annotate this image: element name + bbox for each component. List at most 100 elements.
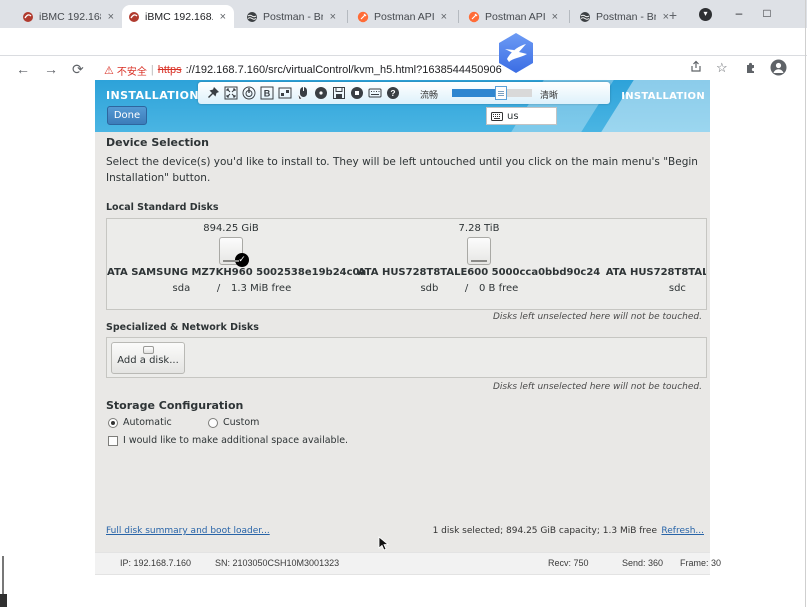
share-icon[interactable] [688, 60, 702, 77]
tab-postman-api-1[interactable]: Postman API Platfo × [351, 5, 455, 28]
radio-automatic-label: Automatic [123, 417, 172, 428]
virtual-keyboard-icon[interactable] [368, 86, 382, 100]
tab-overflow-icon[interactable]: ▾ [699, 8, 712, 21]
tab-title: Postman - Browse [596, 11, 656, 23]
kvm-bird-logo-icon [495, 31, 537, 75]
unselected-note: Disks left unselected here will not be t… [493, 312, 702, 322]
svg-text:?: ? [390, 88, 395, 98]
radio-automatic[interactable]: Automatic [108, 417, 172, 428]
tab-postman-browse-2[interactable]: Postman - Browse × [573, 5, 677, 28]
cd-rom-icon[interactable] [314, 86, 328, 100]
disk-mount: / [702, 283, 707, 294]
disk-size: 7.28 TiB [355, 223, 603, 234]
reclaim-space-checkbox[interactable]: I would like to make additional space av… [108, 435, 348, 446]
tab-ibmc-1[interactable]: iBMC 192.168.7.16 × [16, 5, 122, 28]
tab-close-icon[interactable]: × [218, 11, 228, 23]
quality-slider-fill [452, 89, 496, 97]
storage-config-title: Storage Configuration [106, 399, 243, 412]
mini-drive-icon [143, 346, 154, 354]
window-minimize-button[interactable]: – [728, 4, 750, 22]
corner-artifact [0, 594, 7, 607]
globe-favicon-icon [246, 11, 258, 23]
disk-drive-icon: ✓ [219, 237, 243, 265]
disk-size: 894.25 GiB [107, 223, 355, 234]
quality-clear-label: 清晰 [540, 88, 558, 101]
local-disks-title: Local Standard Disks [106, 202, 219, 213]
disk-sdb[interactable]: 7.28 TiB ATA HUS728T8TALE600 5000cca0bbd… [355, 219, 603, 294]
add-disk-label: Add a disk... [117, 355, 179, 366]
tab-title: iBMC 192.168.7.16 [145, 11, 213, 23]
local-disks-panel: 894.25 GiB ✓ ATA SAMSUNG MZ7KH960 500253… [106, 218, 707, 310]
device-selection-description: Select the device(s) you'd like to insta… [106, 154, 700, 187]
tab-title: Postman API Platfo [485, 11, 545, 23]
boot-device-icon[interactable]: B [260, 86, 274, 100]
status-send: Send: 360 [622, 558, 663, 568]
window-right-edge [805, 0, 806, 607]
new-tab-button[interactable]: + [664, 7, 682, 25]
tab-close-icon[interactable]: × [106, 11, 116, 23]
radio-custom[interactable]: Custom [208, 417, 259, 428]
refresh-link[interactable]: Refresh... [661, 526, 704, 536]
browser-tab-strip: iBMC 192.168.7.16 × iBMC 192.168.7.16 × … [0, 0, 807, 28]
url-text: ://192.168.7.160/src/virtualControl/kvm_… [186, 64, 502, 76]
quality-slider[interactable] [452, 89, 532, 97]
power-icon[interactable] [242, 86, 256, 100]
tab-close-icon[interactable]: × [550, 11, 560, 23]
keyboard-layout-selector[interactable]: us [486, 107, 557, 125]
forward-icon[interactable]: → [44, 61, 58, 77]
reload-icon[interactable]: ⟳ [72, 61, 84, 78]
disk-name: ATA SAMSUNG MZ7KH960 5002538e19b24c0a [107, 267, 355, 278]
fullscreen-icon[interactable] [224, 86, 238, 100]
disk-free: 0 B free [479, 283, 603, 294]
mouse-settings-icon[interactable] [296, 86, 310, 100]
full-disk-summary-link[interactable]: Full disk summary and boot loader... [106, 526, 270, 536]
disk-sda[interactable]: 894.25 GiB ✓ ATA SAMSUNG MZ7KH960 500253… [107, 219, 355, 294]
tab-title: Postman API Platfo [374, 11, 434, 23]
radio-custom-label: Custom [223, 417, 259, 428]
quality-slider-handle[interactable] [495, 86, 507, 100]
postman-favicon-icon [357, 11, 369, 23]
tab-postman-browse-1[interactable]: Postman - Browse × [240, 5, 344, 28]
security-warning[interactable]: ⚠不安全 [104, 63, 147, 78]
tab-postman-api-2[interactable]: Postman API Platfo × [462, 5, 566, 28]
postman-favicon-icon [468, 11, 480, 23]
pin-icon[interactable] [206, 86, 220, 100]
checkbox-icon[interactable] [108, 436, 118, 446]
add-disk-button[interactable]: Add a disk... [111, 342, 185, 374]
disk-sdc[interactable]: 7.28 TiB ATA HUS728T8TALE600 5000cca0bbd… [603, 219, 707, 294]
done-button[interactable]: Done [107, 106, 147, 125]
status-recv: Recv: 750 [548, 558, 589, 568]
record-display-icon[interactable] [350, 86, 364, 100]
tab-close-icon[interactable]: × [439, 11, 449, 23]
kvm-status-bar: IP: 192.168.7.160 SN: 2103050CSH10M30013… [95, 552, 710, 575]
radio-icon[interactable] [108, 418, 118, 428]
tab-separator [569, 10, 570, 23]
unselected-note: Disks left unselected here will not be t… [493, 382, 702, 392]
status-ip: IP: 192.168.7.160 [120, 558, 191, 568]
selected-check-icon: ✓ [235, 253, 249, 267]
quality-smooth-label: 流畅 [420, 88, 438, 101]
globe-favicon-icon [579, 11, 591, 23]
disk-dev: sdc [653, 283, 703, 294]
browser-address-bar: ← → ⟳ ⚠不安全 | https://192.168.7.160/src/v… [0, 28, 807, 56]
back-icon[interactable]: ← [16, 61, 30, 77]
radio-icon[interactable] [208, 418, 218, 428]
tab-ibmc-2-active[interactable]: iBMC 192.168.7.16 × [122, 5, 234, 28]
window-maximize-button[interactable]: □ [756, 4, 778, 22]
tab-title: Postman - Browse [263, 11, 323, 23]
tab-title: iBMC 192.168.7.16 [39, 11, 101, 23]
floppy-save-icon[interactable] [332, 86, 346, 100]
disk-name: ATA HUS728T8TALE600 5000cca0bbd90c24 [355, 267, 603, 278]
help-icon[interactable]: ? [386, 86, 400, 100]
ibmc-favicon-icon [128, 11, 140, 23]
bookmark-star-icon[interactable]: ☆ [716, 60, 728, 76]
keyboard-layout-value: us [507, 111, 519, 122]
profile-avatar[interactable] [770, 59, 787, 79]
installer-content: Device Selection Select the device(s) yo… [95, 132, 710, 552]
disk-dev: sdb [405, 283, 455, 294]
tab-close-icon[interactable]: × [328, 11, 338, 23]
url-field[interactable]: ⚠不安全 | https://192.168.7.160/src/virtual… [104, 61, 502, 79]
screenshot-icon[interactable] [278, 86, 292, 100]
selection-summary: 1 disk selected; 894.25 GiB capacity; 1.… [433, 526, 657, 536]
extensions-puzzle-icon[interactable] [744, 60, 758, 77]
